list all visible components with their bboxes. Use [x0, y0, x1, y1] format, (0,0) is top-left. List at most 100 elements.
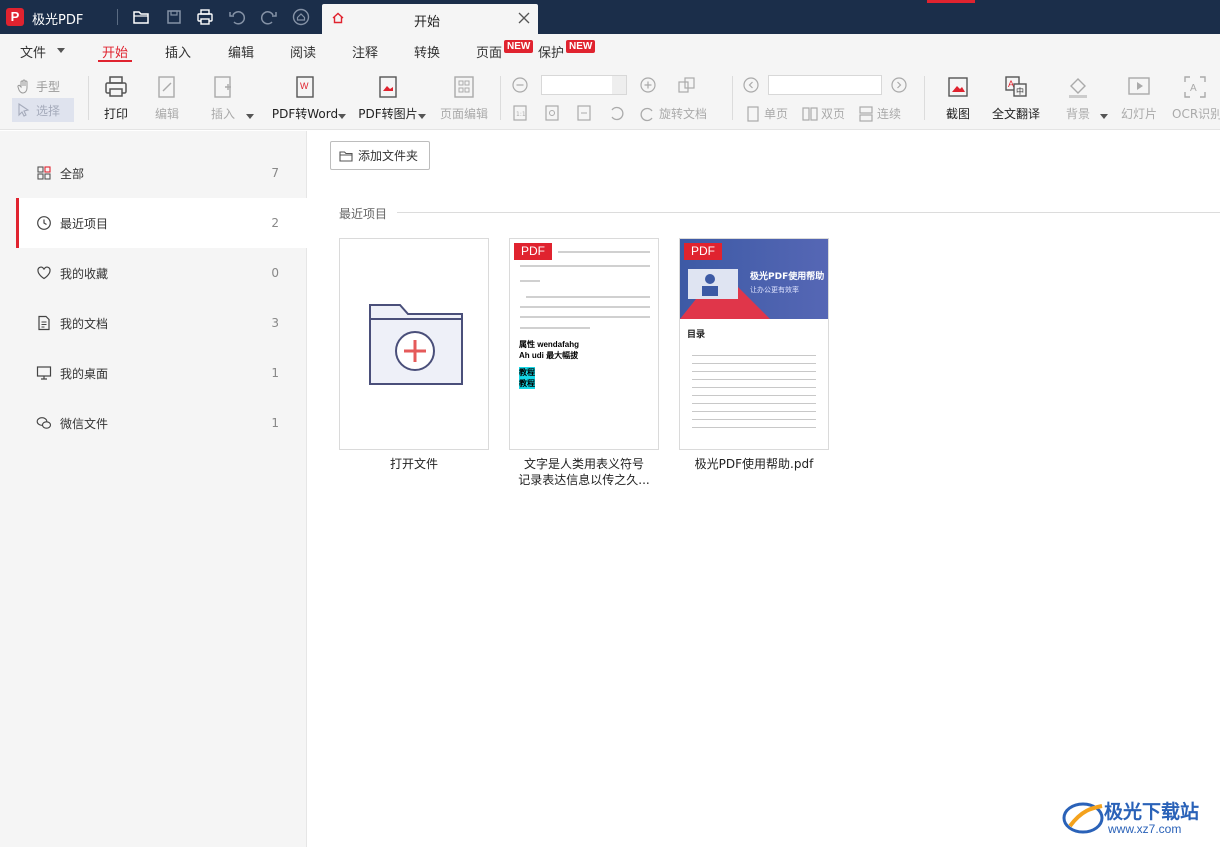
- screenshot-button[interactable]: 截图: [942, 74, 974, 122]
- clock-icon: [36, 215, 52, 231]
- fit-page-icon[interactable]: [543, 104, 561, 122]
- menu-convert[interactable]: 转换: [414, 42, 440, 61]
- print-button[interactable]: 打印: [100, 74, 132, 122]
- text-line: [692, 355, 816, 356]
- edit-icon: [154, 74, 180, 100]
- chevron-down-icon: [338, 114, 346, 119]
- title-bar: P 极光PDF 开始: [0, 0, 1220, 34]
- tab-start[interactable]: 开始: [322, 4, 538, 34]
- banner-subtitle: 让办公更有效率: [750, 286, 799, 294]
- close-icon[interactable]: [518, 12, 530, 24]
- fit-width-icon[interactable]: [575, 104, 593, 122]
- accent-strip: [927, 0, 975, 3]
- open-file-card[interactable]: [339, 238, 489, 450]
- hand-icon: [17, 79, 28, 94]
- double-page-button[interactable]: 双页: [802, 105, 845, 122]
- hand-tool-button[interactable]: 手型: [12, 74, 74, 98]
- menu-read[interactable]: 阅读: [290, 42, 316, 61]
- page-edit-button[interactable]: 页面编辑: [439, 74, 489, 122]
- monitor-icon: [36, 365, 52, 381]
- continuous-button[interactable]: 连续: [858, 105, 901, 122]
- sidebar-item-all[interactable]: 全部 7: [16, 148, 307, 198]
- save-icon[interactable]: [164, 7, 184, 27]
- preview-text: 属性 wendafahg: [519, 340, 580, 349]
- undo-icon[interactable]: [227, 7, 247, 27]
- home-icon: [331, 11, 345, 25]
- add-folder-button[interactable]: 添加文件夹: [330, 141, 430, 170]
- card-caption: 极光PDF使用帮助.pdf: [694, 457, 814, 471]
- insert-button[interactable]: 插入: [207, 74, 239, 122]
- text-line: [520, 280, 540, 282]
- home-icon[interactable]: [291, 7, 311, 27]
- pdf-to-word-button[interactable]: W PDF转Word: [266, 74, 344, 122]
- count-badge: 2: [271, 216, 279, 230]
- select-tool-button[interactable]: 选择: [12, 98, 74, 122]
- next-page-icon[interactable]: [890, 76, 908, 94]
- redo-icon[interactable]: [259, 7, 279, 27]
- rotate-left-icon[interactable]: [607, 104, 625, 122]
- sidebar-item-recent[interactable]: 最近项目 2: [16, 198, 307, 248]
- print-icon: [103, 74, 129, 100]
- sidebar-item-desktop[interactable]: 我的桌面 1: [16, 348, 307, 398]
- single-page-button[interactable]: 单页: [745, 105, 788, 122]
- card-caption: 打开文件: [389, 457, 438, 471]
- pdf-badge: PDF: [514, 243, 552, 260]
- text-line: [692, 427, 816, 428]
- text-line: [692, 419, 816, 420]
- menu-annotate[interactable]: 注释: [352, 42, 378, 61]
- preview-highlight: 教程: [519, 367, 535, 378]
- menu-protect[interactable]: 保护: [538, 42, 564, 61]
- count-badge: 1: [271, 416, 279, 430]
- single-page-icon: [747, 105, 759, 122]
- wechat-icon: [36, 415, 52, 431]
- page-number-input[interactable]: [768, 75, 882, 95]
- edit-button[interactable]: 编辑: [151, 74, 183, 122]
- full-translate-button[interactable]: A中 全文翻译: [990, 74, 1042, 122]
- actual-size-icon[interactable]: 1:1: [511, 104, 529, 122]
- paint-bucket-icon: [1065, 74, 1091, 100]
- menu-start[interactable]: 开始: [102, 42, 128, 61]
- translate-icon: A中: [1003, 74, 1029, 100]
- new-badge: NEW: [566, 40, 596, 53]
- zoom-select[interactable]: [541, 75, 627, 95]
- text-line: [520, 327, 590, 329]
- print-icon[interactable]: [195, 7, 215, 27]
- cursor-icon: [18, 102, 30, 117]
- svg-text:中: 中: [1016, 86, 1024, 96]
- ocr-button[interactable]: A OCR识别: [1172, 74, 1220, 122]
- recent-file-card[interactable]: 极光PDF使用帮助 让办公更有效率 目录 PDF: [679, 238, 829, 450]
- chevron-down-icon[interactable]: [246, 114, 254, 119]
- background-button[interactable]: 背景: [1062, 74, 1094, 122]
- slideshow-button[interactable]: 幻灯片: [1118, 74, 1160, 122]
- zoom-out-icon[interactable]: [511, 76, 529, 94]
- svg-text:A: A: [1008, 79, 1014, 89]
- folder-icon: [339, 150, 353, 162]
- recent-file-card[interactable]: 属性 wendafahg Ah udi 最大幅拔 教程 教程 PDF: [509, 238, 659, 450]
- document-icon: [36, 315, 52, 331]
- sidebar-item-documents[interactable]: 我的文档 3: [16, 298, 307, 348]
- play-icon: [1126, 74, 1152, 100]
- screenshot-icon: [945, 74, 971, 100]
- pdf-to-image-button[interactable]: PDF转图片: [356, 74, 420, 122]
- sidebar-item-favorites[interactable]: 我的收藏 0: [16, 248, 307, 298]
- rotate-document-button[interactable]: 旋转文档: [640, 105, 707, 122]
- text-line: [520, 316, 650, 318]
- app-logo: P: [6, 8, 24, 26]
- count-badge: 0: [271, 266, 279, 280]
- menu-edit[interactable]: 编辑: [228, 42, 254, 61]
- divider: [732, 76, 733, 120]
- menu-page[interactable]: 页面: [476, 42, 502, 61]
- pdf-badge: PDF: [684, 243, 722, 260]
- sidebar-item-wechat[interactable]: 微信文件 1: [16, 398, 307, 448]
- previous-page-icon[interactable]: [742, 76, 760, 94]
- menu-file[interactable]: 文件: [20, 42, 46, 61]
- hand-select-group: 手型 选择: [12, 74, 74, 122]
- count-badge: 3: [271, 316, 279, 330]
- ocr-icon: A: [1182, 74, 1208, 100]
- divider: [397, 212, 1220, 213]
- zoom-in-icon[interactable]: [639, 76, 657, 94]
- chevron-down-icon[interactable]: [1100, 114, 1108, 119]
- menu-insert[interactable]: 插入: [165, 42, 191, 61]
- open-folder-icon[interactable]: [131, 7, 151, 27]
- count-badge: 1: [271, 366, 279, 380]
